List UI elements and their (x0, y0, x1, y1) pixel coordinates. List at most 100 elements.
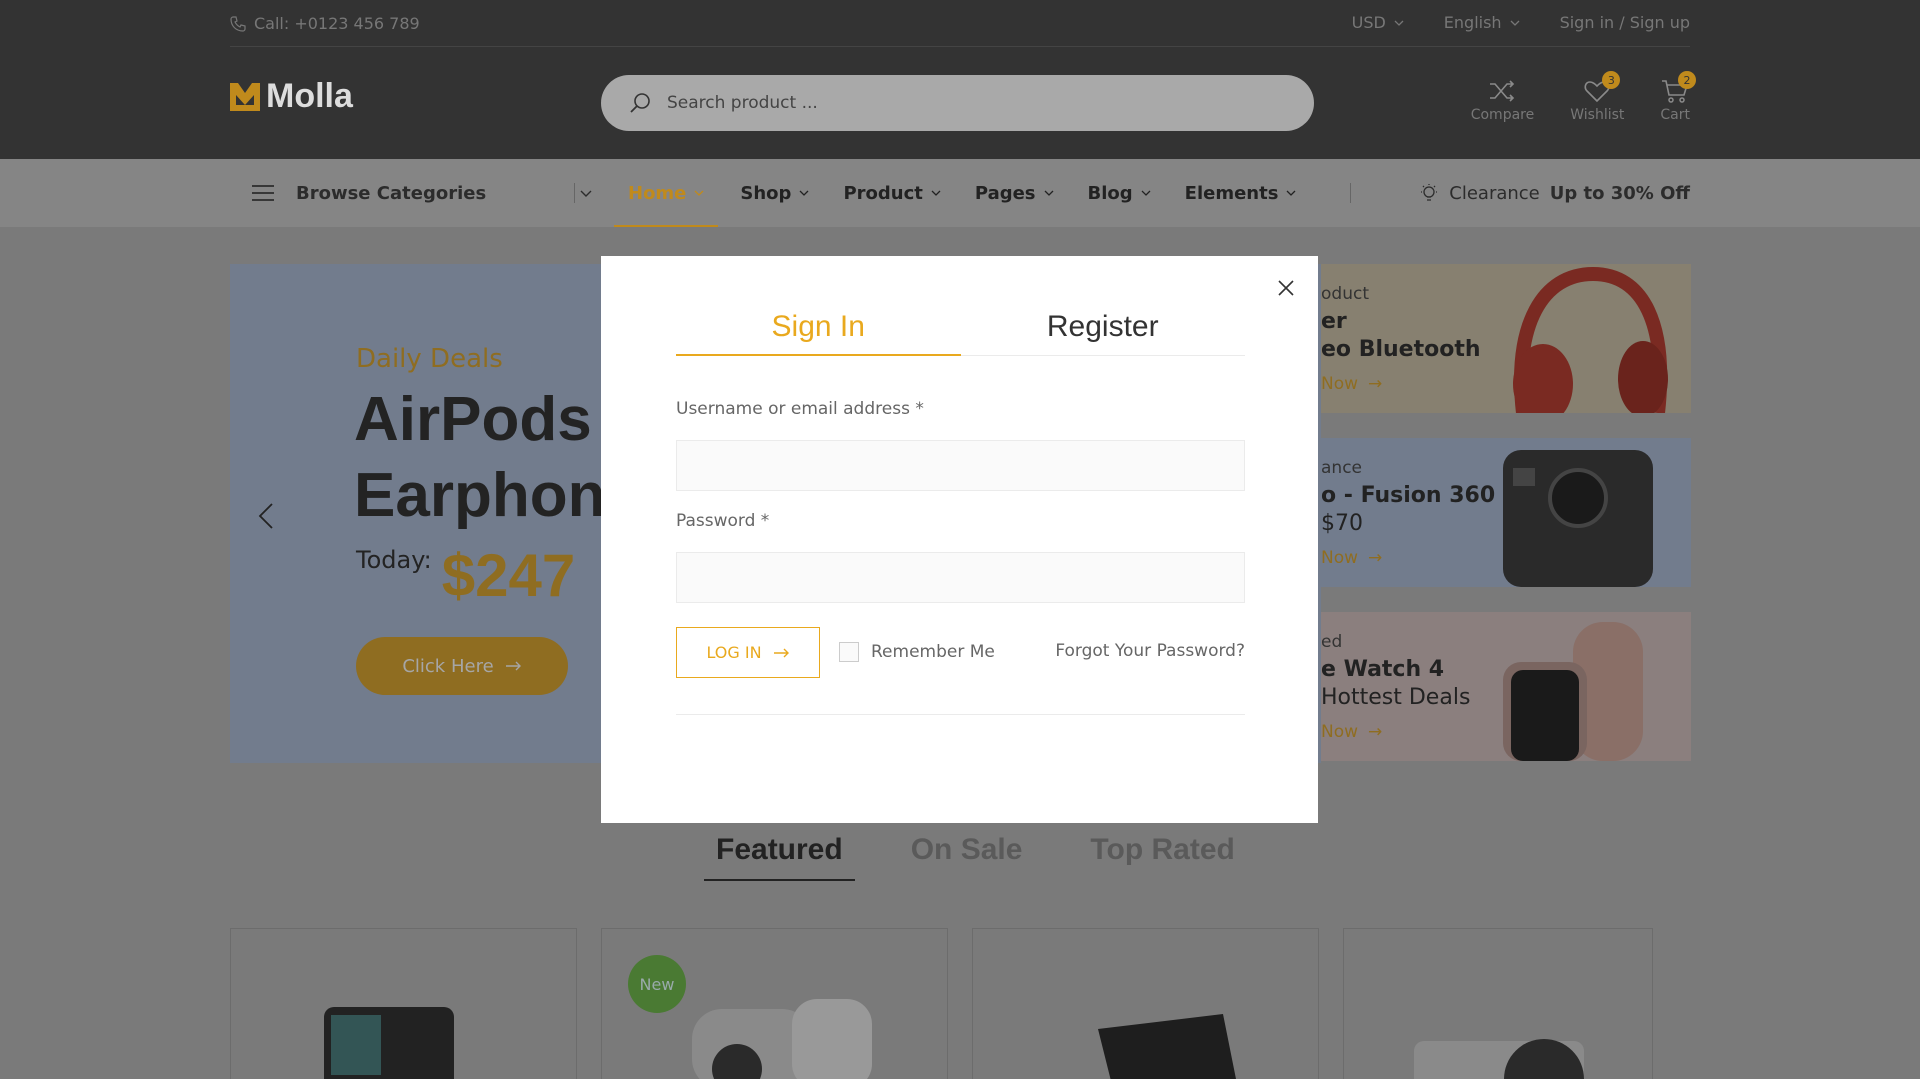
new-badge: New (628, 955, 686, 1013)
remember-me-label: Remember Me (871, 642, 995, 662)
nav-item-elements[interactable]: Elements (1171, 159, 1311, 227)
header: Molla Compare 3 Wishlist 2 Cart (0, 47, 1920, 159)
product-card[interactable] (972, 928, 1319, 1079)
login-modal: Sign In Register Username or email addre… (601, 256, 1318, 823)
watch-image (1503, 622, 1643, 761)
product-tabs: Featured On Sale Top Rated (704, 833, 1247, 881)
tab-top-rated[interactable]: Top Rated (1078, 833, 1246, 881)
side-banner-title: o - Fusion 360 $70 (1321, 483, 1496, 536)
search-icon[interactable] (629, 92, 651, 114)
side-banner-headphones[interactable]: oduct er eo Bluetooth Now → (1321, 264, 1691, 413)
search-bar[interactable] (601, 75, 1314, 131)
top-bar: Call: +0123 456 789 USD English Sign in … (0, 0, 1920, 47)
tab-sign-in[interactable]: Sign In (676, 310, 961, 356)
modal-tabs: Sign In Register (676, 310, 1245, 356)
password-field[interactable] (676, 552, 1245, 603)
side-banner-category: ance (1321, 458, 1362, 478)
tab-featured[interactable]: Featured (704, 833, 855, 881)
laptop-image (1098, 1014, 1236, 1079)
nav-divider (574, 183, 575, 203)
signin-link[interactable]: Sign in / Sign up (1560, 13, 1690, 32)
logo-m-icon (230, 82, 260, 111)
camera-image (1503, 450, 1653, 587)
forgot-password-link[interactable]: Forgot Your Password? (1055, 641, 1245, 661)
hero-price: $247 (441, 542, 576, 609)
username-label: Username or email address * (676, 399, 924, 419)
compare-button[interactable]: Compare (1470, 79, 1535, 123)
product-grid: New (230, 928, 1653, 1079)
browse-categories-toggle[interactable]: Browse Categories (252, 159, 592, 227)
cart-label: Cart (1660, 107, 1690, 123)
side-banner-category: ed (1321, 632, 1343, 652)
chevron-down-icon (799, 190, 809, 196)
call-text: Call: +0123 456 789 (254, 14, 420, 33)
nav-item-pages[interactable]: Pages (961, 159, 1068, 227)
chevron-down-icon (1286, 190, 1296, 196)
logo[interactable]: Molla (230, 77, 353, 116)
side-banner-watch[interactable]: ed e Watch 4 Hottest Deals Now → (1321, 612, 1691, 761)
cart-button[interactable]: 2 Cart (1660, 71, 1696, 123)
tab-on-sale[interactable]: On Sale (899, 833, 1035, 881)
action-camera-image (324, 1007, 454, 1079)
modal-divider (676, 714, 1245, 715)
password-label: Password * (676, 511, 770, 531)
wishlist-button[interactable]: 3 Wishlist (1570, 71, 1625, 123)
headphones-image (1513, 266, 1668, 413)
clearance-offer: Up to 30% Off (1549, 182, 1690, 204)
chevron-down-icon (1394, 20, 1404, 26)
hero-title: AirPods Earphon (354, 385, 606, 530)
remember-me[interactable]: Remember Me (839, 642, 995, 662)
clearance-promo[interactable]: Clearance Up to 30% Off (1419, 159, 1690, 227)
side-banner-shop-link[interactable]: Now → (1321, 548, 1382, 568)
chevron-down-icon (1510, 20, 1520, 26)
nav-divider (1350, 183, 1351, 203)
shuffle-icon (1490, 80, 1515, 102)
username-field[interactable] (676, 440, 1245, 491)
product-card[interactable] (1343, 928, 1653, 1079)
hero-eyebrow: Daily Deals (356, 344, 503, 374)
side-banner-title: er eo Bluetooth (1321, 309, 1481, 362)
login-button[interactable]: LOG IN (676, 627, 820, 678)
main-nav: Browse Categories Home Shop Product Page… (0, 159, 1920, 227)
search-input[interactable] (667, 93, 1267, 113)
lightbulb-icon (1421, 184, 1438, 201)
nav-item-home[interactable]: Home (614, 159, 719, 227)
chevron-down-icon (1044, 190, 1053, 196)
language-select[interactable]: English (1444, 13, 1520, 32)
hero-today-label: Today: (356, 546, 432, 574)
hero-price-row: Today: $247 (356, 546, 575, 606)
nav-item-shop[interactable]: Shop (726, 159, 823, 227)
side-banner-shop-link[interactable]: Now → (1321, 374, 1382, 394)
side-banner-title: e Watch 4 Hottest Deals (1321, 657, 1471, 710)
arrow-right-icon (505, 661, 521, 671)
chevron-down-icon (1141, 190, 1151, 196)
side-banner-camera[interactable]: ance o - Fusion 360 $70 Now → (1321, 438, 1691, 587)
clearance-label: Clearance (1449, 182, 1540, 204)
product-card[interactable]: New (601, 928, 948, 1079)
remember-me-checkbox[interactable] (839, 642, 859, 662)
phone-icon (230, 15, 246, 32)
hero-cta-button[interactable]: Click Here (356, 637, 568, 695)
side-banner-shop-link[interactable]: Now → (1321, 722, 1382, 742)
compare-label: Compare (1470, 107, 1535, 123)
cart-count-badge: 2 (1678, 71, 1696, 89)
mirrorless-camera-image (1414, 1039, 1584, 1079)
hamburger-icon (252, 185, 274, 201)
call-info: Call: +0123 456 789 (230, 14, 420, 33)
logo-text: Molla (266, 77, 353, 115)
currency-select[interactable]: USD (1352, 13, 1404, 32)
nav-item-product[interactable]: Product (829, 159, 954, 227)
arrow-right-icon (773, 648, 789, 657)
chevron-down-icon (580, 190, 592, 197)
chevron-down-icon (694, 190, 704, 196)
close-icon[interactable] (1274, 276, 1298, 300)
side-banner-category: oduct (1321, 284, 1369, 304)
product-card[interactable] (230, 928, 577, 1079)
tab-register[interactable]: Register (961, 310, 1246, 355)
nav-item-blog[interactable]: Blog (1074, 159, 1165, 227)
wishlist-count-badge: 3 (1602, 71, 1621, 89)
browse-categories-label: Browse Categories (296, 182, 487, 204)
wishlist-label: Wishlist (1570, 107, 1625, 123)
slider-prev-icon[interactable] (258, 502, 274, 530)
chevron-down-icon (931, 190, 941, 196)
